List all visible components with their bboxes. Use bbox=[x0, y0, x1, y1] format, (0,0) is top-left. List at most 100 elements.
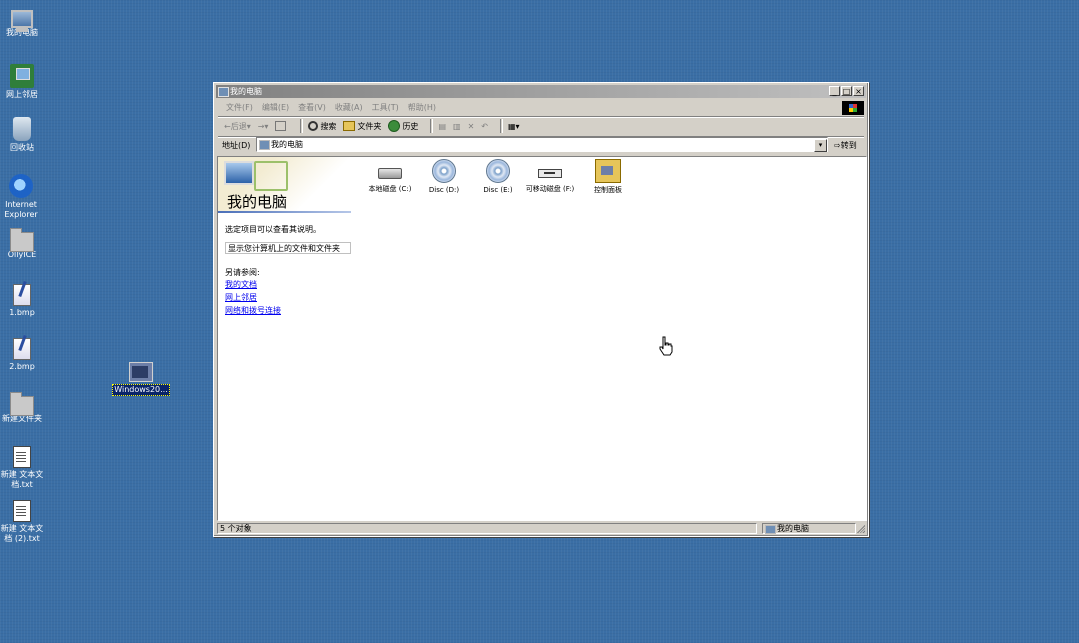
desktop-icon-new-text-document[interactable]: 新建 文本文档.txt bbox=[0, 446, 47, 490]
address-input[interactable]: 我的电脑 ▾ bbox=[256, 137, 828, 152]
content-area[interactable]: 我的电脑 选定项目可以查看其说明。 显示您计算机上的文件和文件夹 另请参阅: 我… bbox=[217, 156, 867, 521]
item-label: 控制面板 bbox=[594, 186, 622, 194]
resize-grip[interactable] bbox=[856, 524, 865, 533]
desktop-icon-my-computer[interactable]: 我的电脑 bbox=[0, 8, 47, 38]
folder-icon bbox=[10, 228, 34, 252]
drive-item-e[interactable]: Disc (E:) bbox=[468, 159, 528, 195]
search-label: 搜索 bbox=[320, 121, 337, 131]
text-document-icon bbox=[13, 500, 31, 522]
history-button[interactable]: 历史 bbox=[388, 120, 418, 132]
views-button[interactable]: ▦▾ bbox=[508, 122, 520, 131]
decorative-frame bbox=[254, 161, 288, 191]
chevron-down-icon: ▾ bbox=[246, 121, 251, 131]
menu-bar: 文件(F) 编辑(E) 查看(V) 收藏(A) 工具(T) 帮助(H) bbox=[218, 100, 864, 115]
undo-icon: ↶ bbox=[481, 121, 488, 131]
divider bbox=[499, 119, 503, 133]
menu-edit[interactable]: 编辑(E) bbox=[262, 102, 289, 113]
back-label: ←后退 bbox=[224, 121, 247, 131]
folder-icon bbox=[10, 392, 34, 416]
maximize-button[interactable]: □ bbox=[841, 86, 852, 96]
menu-view[interactable]: 查看(V) bbox=[298, 102, 326, 113]
desktop-icon-label: 1.bmp bbox=[9, 308, 35, 317]
close-button[interactable]: × bbox=[853, 86, 864, 96]
title-bar[interactable]: 我的电脑 _ □ × bbox=[216, 85, 866, 98]
copy-to-icon: ▥ bbox=[453, 121, 461, 131]
recycle-bin-icon bbox=[13, 117, 31, 141]
forward-button[interactable]: →▾ bbox=[258, 122, 269, 131]
menu-favorites[interactable]: 收藏(A) bbox=[335, 102, 363, 113]
undo-button[interactable]: ↶ bbox=[481, 122, 488, 131]
folder-up-icon bbox=[275, 121, 287, 131]
desktop-icon-new-text-document-2[interactable]: 新建 文本文档 (2).txt bbox=[0, 500, 47, 544]
link-my-documents[interactable]: 我的文档 bbox=[225, 279, 257, 290]
move-to-icon: ▤ bbox=[438, 121, 446, 131]
desktop-icon-new-folder[interactable]: 新建文件夹 bbox=[0, 392, 47, 424]
hand-cursor-icon bbox=[659, 336, 673, 356]
object-count: 5 个对象 bbox=[217, 523, 757, 534]
history-label: 历史 bbox=[402, 121, 419, 131]
removable-drive-icon bbox=[538, 169, 562, 178]
hard-drive-icon bbox=[378, 168, 402, 179]
go-arrow-icon: ⇨ bbox=[834, 141, 841, 150]
network-icon bbox=[10, 64, 34, 88]
desktop-icon-label: 新建 文本文档.txt bbox=[0, 470, 44, 489]
link-network-places[interactable]: 网上邻居 bbox=[225, 292, 257, 303]
computer-icon bbox=[765, 525, 776, 534]
back-button[interactable]: ←后退 ▾ bbox=[224, 121, 251, 132]
desktop-icon-ollyice[interactable]: OllyICE bbox=[0, 228, 47, 260]
up-button[interactable] bbox=[275, 121, 288, 131]
control-panel-item[interactable]: 控制面板 bbox=[578, 159, 638, 195]
delete-icon: ✕ bbox=[467, 121, 475, 131]
desktop-icon-label: 新建 文本文档 (2).txt bbox=[0, 524, 44, 543]
status-bar: 5 个对象 我的电脑 bbox=[217, 523, 867, 535]
computer-icon bbox=[224, 161, 254, 185]
folders-label: 文件夹 bbox=[357, 121, 382, 131]
menu-help[interactable]: 帮助(H) bbox=[408, 102, 436, 113]
drive-item-c[interactable]: 本地磁盘 (C:) bbox=[360, 159, 420, 194]
desktop-icon-label: 网上邻居 bbox=[6, 90, 38, 99]
copy-to-button[interactable]: ▥ bbox=[453, 122, 461, 131]
desktop-icon-2-bmp[interactable]: 2.bmp bbox=[0, 338, 47, 372]
go-label: 转到 bbox=[840, 141, 857, 150]
drive-item-d[interactable]: Disc (D:) bbox=[414, 159, 474, 195]
link-network-dialup[interactable]: 网络和拨号连接 bbox=[225, 305, 281, 316]
desktop-icon-internet-explorer[interactable]: Internet Explorer bbox=[0, 174, 46, 220]
desktop-icon-windows20[interactable]: Windows20... bbox=[112, 362, 170, 396]
minimize-button[interactable]: _ bbox=[829, 86, 840, 96]
menu-tools[interactable]: 工具(T) bbox=[372, 102, 399, 113]
text-document-icon bbox=[13, 446, 31, 468]
views-icon: ▦▾ bbox=[507, 121, 520, 131]
divider bbox=[218, 211, 351, 213]
window-title: 我的电脑 bbox=[230, 87, 262, 96]
control-panel-icon bbox=[595, 159, 621, 183]
menu-file[interactable]: 文件(F) bbox=[226, 102, 253, 113]
address-dropdown-button[interactable]: ▾ bbox=[814, 139, 827, 152]
explorer-window[interactable]: 我的电脑 _ □ × 文件(F) 编辑(E) 查看(V) 收藏(A) 工具(T)… bbox=[213, 82, 869, 537]
desktop-icon-1-bmp[interactable]: 1.bmp bbox=[0, 284, 47, 318]
move-to-button[interactable]: ▤ bbox=[438, 122, 446, 131]
status-location: 我的电脑 bbox=[762, 523, 856, 534]
search-button[interactable]: 搜索 bbox=[308, 121, 336, 132]
panel-description: 选定项目可以查看其说明。 bbox=[225, 225, 321, 234]
delete-button[interactable]: ✕ bbox=[468, 122, 475, 131]
show-files-button[interactable]: 显示您计算机上的文件和文件夹 bbox=[225, 242, 351, 254]
windows-logo-icon bbox=[842, 101, 864, 115]
paint-icon bbox=[13, 338, 31, 360]
history-icon bbox=[388, 120, 401, 132]
folders-button[interactable]: 文件夹 bbox=[343, 121, 381, 132]
desktop-icon-label: 回收站 bbox=[10, 143, 34, 152]
address-bar: 地址(D) 我的电脑 ▾ ⇨转到 bbox=[218, 137, 864, 153]
go-button[interactable]: ⇨转到 bbox=[834, 140, 857, 151]
folder-icon bbox=[343, 121, 356, 131]
desktop-icon-label: 2.bmp bbox=[9, 362, 35, 371]
drive-item-f[interactable]: 可移动磁盘 (F:) bbox=[525, 159, 575, 194]
desktop-icon-recycle-bin[interactable]: 回收站 bbox=[0, 117, 47, 153]
paint-icon bbox=[13, 284, 31, 306]
window-icon bbox=[129, 362, 153, 382]
info-panel: 我的电脑 选定项目可以查看其说明。 显示您计算机上的文件和文件夹 另请参阅: 我… bbox=[218, 157, 353, 520]
toolbar: ←后退 ▾ →▾ 搜索 文件夹 历史 ▤ ▥ ✕ ↶ ▦▾ bbox=[218, 117, 864, 135]
internet-explorer-icon bbox=[9, 174, 33, 198]
divider bbox=[430, 119, 434, 133]
drive-label: Disc (E:) bbox=[483, 186, 513, 194]
desktop-icon-network[interactable]: 网上邻居 bbox=[0, 64, 47, 100]
